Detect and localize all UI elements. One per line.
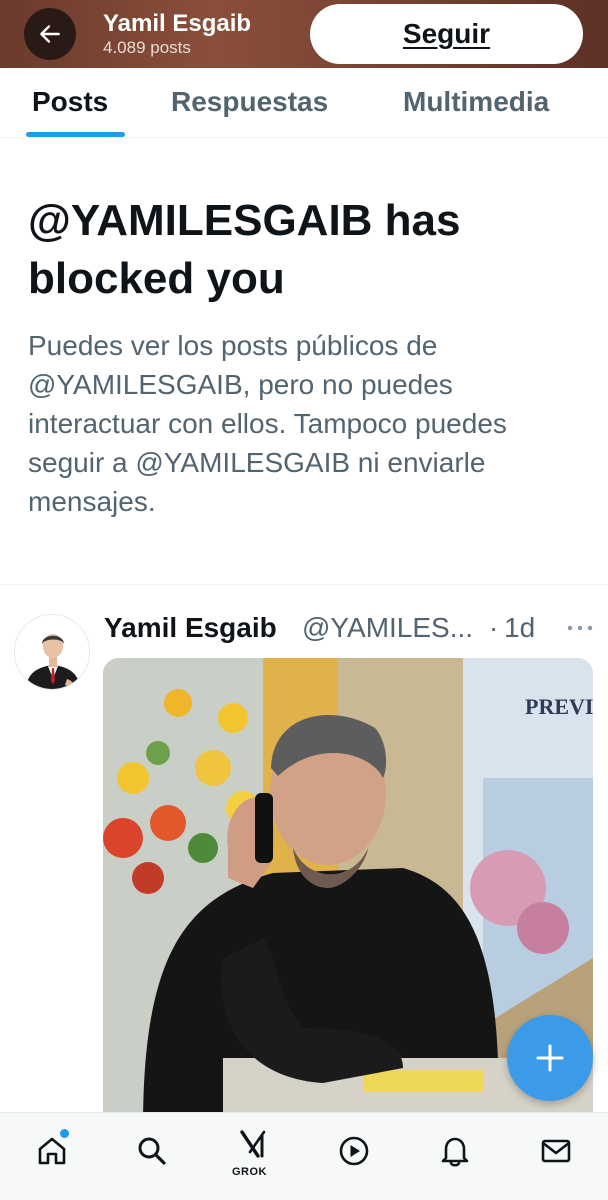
bell-icon [441, 1137, 469, 1167]
arrow-left-icon [40, 25, 60, 43]
bottom-navigation [0, 1112, 608, 1200]
mail-icon [541, 1139, 571, 1163]
more-horizontal-icon[interactable] [566, 618, 594, 638]
blocked-description: Puedes ver los posts públicos de @YAMILE… [28, 330, 507, 517]
grok-icon [240, 1130, 266, 1158]
search-icon [138, 1137, 166, 1165]
nav-grok[interactable] [231, 1123, 275, 1167]
tab-posts[interactable]: Posts [32, 86, 108, 118]
home-notification-dot [60, 1129, 69, 1138]
post-count: 4.089 posts [103, 38, 191, 57]
plus-icon [536, 1044, 564, 1072]
avatar[interactable] [14, 614, 90, 690]
profile-name: Yamil Esgaib [103, 10, 252, 37]
tab-multimedia[interactable]: Multimedia [403, 86, 549, 118]
profile-header: Yamil Esgaib 4.089 posts Seguir [0, 0, 608, 68]
profile-tabs: Posts Respuestas Multimedia [0, 68, 608, 138]
nav-messages[interactable] [534, 1129, 578, 1173]
compose-button[interactable] [507, 1015, 593, 1101]
media-sign-text: PREVI [525, 694, 593, 719]
nav-search[interactable] [130, 1129, 174, 1173]
divider [0, 584, 608, 585]
active-tab-indicator [26, 132, 125, 137]
follow-button[interactable]: Seguir [310, 4, 583, 64]
post-author-name[interactable]: Yamil Esgaib [104, 612, 277, 644]
post-author-handle[interactable]: @YAMILES... [302, 612, 473, 644]
post-separator: · [489, 612, 499, 643]
back-button[interactable] [24, 8, 76, 60]
nav-video[interactable] [332, 1129, 376, 1173]
play-icon [339, 1136, 369, 1166]
tab-respuestas[interactable]: Respuestas [171, 86, 328, 118]
grok-label: GROK [232, 1166, 267, 1178]
post-timestamp[interactable]: 1d [504, 612, 535, 644]
nav-notifications[interactable] [433, 1129, 477, 1173]
blocked-title: @YAMILESGAIB has blocked you [28, 196, 461, 303]
home-icon [38, 1137, 66, 1165]
